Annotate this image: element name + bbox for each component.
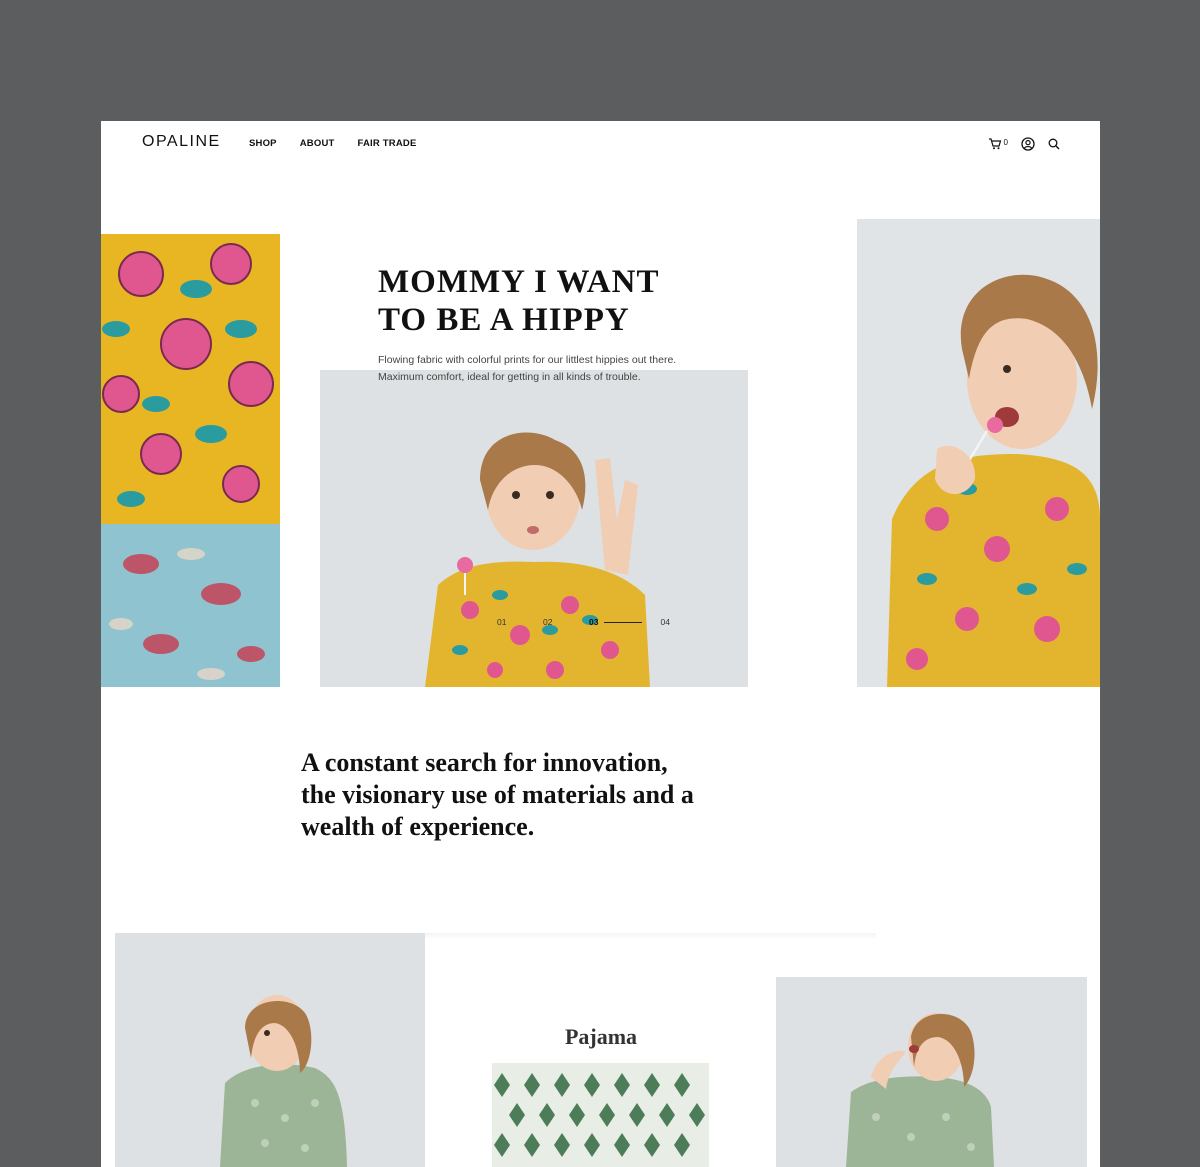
brand-statement: A constant search for innovation, the vi…	[301, 748, 694, 841]
slide-dot-03[interactable]: 03	[589, 617, 598, 627]
active-slide-indicator	[604, 621, 643, 623]
nav-shop[interactable]: SHOP	[249, 138, 277, 149]
slide-dot-02[interactable]: 02	[543, 617, 589, 627]
hero-description-line-1: Flowing fabric with colorful prints for …	[378, 354, 677, 366]
section-divider	[425, 933, 876, 939]
green-pattern-fabric-image[interactable]	[492, 1063, 709, 1167]
slide-dot-04[interactable]: 04	[660, 617, 706, 627]
child-green-shirt-photo[interactable]	[115, 933, 425, 1167]
hero-description-line-2: Maximum comfort, ideal for getting in al…	[378, 371, 641, 383]
nav-fair-trade[interactable]: FAIR TRADE	[358, 138, 417, 149]
cart-icon[interactable]: 0	[988, 138, 1008, 150]
logo-text: OPALINE	[142, 133, 221, 150]
child-looking-up-photo[interactable]	[776, 977, 1087, 1167]
header-icons: 0	[988, 137, 1060, 151]
floral-fabric-image	[101, 234, 280, 687]
child-lollipop-photo	[857, 219, 1100, 687]
nav-about[interactable]: ABOUT	[300, 138, 335, 149]
slide-dot-01[interactable]: 01	[497, 617, 543, 627]
page-container: OPALINE SHOP ABOUT FAIR TRADE 0 MOMMY I …	[101, 121, 1100, 1167]
brand-logo[interactable]: OPALINE	[142, 133, 221, 151]
main-nav: SHOP ABOUT FAIR TRADE	[249, 138, 440, 149]
user-icon[interactable]	[1021, 137, 1035, 151]
pajama-title[interactable]: Pajama	[541, 1024, 661, 1050]
hero-title: MOMMY I WANT TO BE A HIPPY	[378, 264, 659, 338]
slider-pagination: 01 02 03 04	[497, 617, 706, 627]
cart-count: 0	[1003, 137, 1008, 147]
hero-description: Flowing fabric with colorful prints for …	[378, 352, 738, 386]
search-icon[interactable]	[1048, 138, 1060, 150]
child-peace-sign-photo	[320, 370, 748, 687]
